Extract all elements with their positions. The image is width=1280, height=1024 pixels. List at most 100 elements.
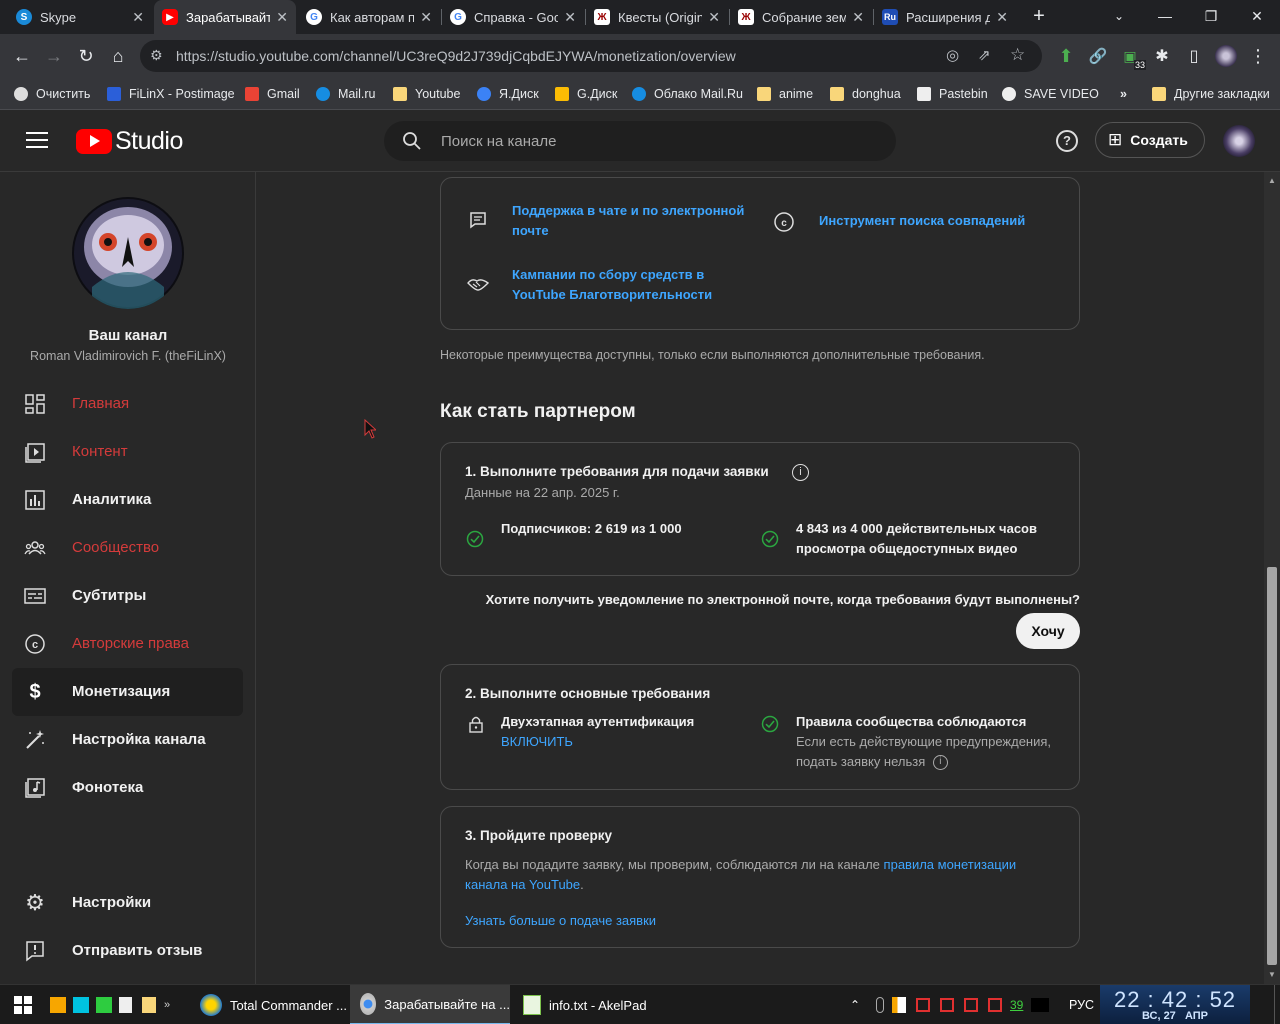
show-desktop-button[interactable]: [1274, 985, 1280, 1024]
sidebar-item-content[interactable]: Контент: [12, 428, 243, 476]
sidebar-item-settings[interactable]: ⚙ Настройки: [12, 879, 243, 927]
bookmark-item[interactable]: Pastebin: [917, 84, 988, 104]
sidebar-item-copyright[interactable]: c Авторские права: [12, 620, 243, 668]
more-bookmarks-button[interactable]: »: [1120, 84, 1127, 104]
side-panel-icon[interactable]: ▯: [1180, 42, 1208, 70]
close-icon[interactable]: ✕: [420, 9, 432, 26]
tab-search-button[interactable]: ⌄: [1096, 0, 1142, 32]
address-bar[interactable]: ⚙ https://studio.youtube.com/channel/UC3…: [140, 40, 1042, 72]
bookmark-item[interactable]: Я.Диск: [477, 84, 539, 104]
taskbar-app-total-commander[interactable]: Total Commander ...: [192, 985, 347, 1024]
bookmark-item[interactable]: SAVE VIDEO: [1002, 84, 1099, 104]
close-icon[interactable]: ✕: [996, 9, 1008, 26]
tab-collection[interactable]: Ж Собрание земли ✕: [730, 0, 872, 34]
scroll-up-icon[interactable]: ▲: [1268, 176, 1276, 185]
bookmark-item[interactable]: Gmail: [245, 84, 300, 104]
folder-icon[interactable]: [142, 997, 156, 1013]
quicklaunch-d-icon[interactable]: [73, 997, 89, 1013]
tray-app-icon[interactable]: [988, 998, 1002, 1012]
bookmark-item[interactable]: Mail.ru: [316, 84, 376, 104]
enable-twofa-link[interactable]: ВКЛЮЧИТЬ: [501, 732, 573, 752]
sidebar-item-monetization[interactable]: $ Монетизация: [12, 668, 243, 716]
tab-youtube-studio[interactable]: ▶ Зарабатывайте на YouTube ✕: [154, 0, 296, 34]
url-text[interactable]: https://studio.youtube.com/channel/UC3re…: [176, 48, 736, 64]
tab-google-2[interactable]: G Справка - Google ✕: [442, 0, 584, 34]
learn-more-link[interactable]: Узнать больше о подаче заявки: [465, 911, 656, 931]
start-button[interactable]: [14, 985, 32, 1024]
sidebar-item-community[interactable]: Сообщество: [12, 524, 243, 572]
home-icon[interactable]: ⌂: [104, 42, 132, 70]
search-input[interactable]: Поиск на канале: [384, 121, 896, 161]
tray-app-icon[interactable]: [1031, 998, 1050, 1012]
sidebar-item-customization[interactable]: Настройка канала: [12, 716, 243, 764]
clock[interactable]: 22 : 42 : 52 ВС, 27 АПР: [1100, 985, 1250, 1024]
taskbar-app-akelpad[interactable]: info.txt - AkelPad: [513, 985, 668, 1024]
close-window-button[interactable]: ✕: [1234, 0, 1280, 32]
create-button[interactable]: ⊞ Создать: [1095, 122, 1205, 158]
scrollbar[interactable]: ▲ ▼: [1264, 172, 1280, 984]
reload-icon[interactable]: ↻: [72, 42, 100, 70]
paperclip-icon[interactable]: [876, 997, 884, 1013]
studio-logo[interactable]: Studio: [76, 127, 183, 156]
close-icon[interactable]: ✕: [852, 9, 864, 26]
arrow-up-extension-icon[interactable]: ⬆: [1052, 42, 1080, 70]
channel-avatar[interactable]: [72, 197, 184, 309]
sidebar-item-dashboard[interactable]: Главная: [12, 380, 243, 428]
restore-button[interactable]: ❐: [1188, 0, 1234, 32]
menu-icon[interactable]: ⋮: [1244, 42, 1272, 70]
share-icon[interactable]: ⇗: [978, 46, 991, 64]
sidebar-item-feedback[interactable]: Отправить отзыв: [12, 927, 243, 975]
site-info-icon[interactable]: ⚙: [150, 47, 163, 64]
extensions-puzzle-icon[interactable]: ✱: [1148, 42, 1176, 70]
notify-me-button[interactable]: Хочу: [1016, 613, 1080, 649]
tray-app-icon[interactable]: [964, 998, 978, 1012]
scrollbar-thumb[interactable]: [1267, 567, 1277, 965]
tray-app-icon[interactable]: [892, 997, 906, 1013]
scroll-down-icon[interactable]: ▼: [1268, 970, 1276, 979]
minimize-button[interactable]: —: [1142, 0, 1188, 32]
sidebar-item-audio-library[interactable]: Фонотека: [12, 764, 243, 812]
tray-counter[interactable]: 39: [1010, 998, 1023, 1012]
new-tab-button[interactable]: +: [1016, 0, 1062, 32]
taskbar-app-chrome[interactable]: Зарабатывайте на ...: [350, 985, 510, 1024]
notepad-icon[interactable]: [119, 997, 132, 1013]
bookmark-star-icon[interactable]: ☆: [1010, 45, 1025, 65]
forward-icon[interactable]: →: [40, 42, 68, 70]
language-indicator[interactable]: РУС: [1069, 985, 1094, 1024]
bookmark-item[interactable]: G.Диск: [555, 84, 617, 104]
tray-app-icon[interactable]: [916, 998, 930, 1012]
tab-extensions[interactable]: Ru Расширения для ✕: [874, 0, 1016, 34]
eye-off-icon[interactable]: ◎: [946, 46, 959, 64]
back-icon[interactable]: ←: [8, 42, 36, 70]
tray-app-icon[interactable]: [940, 998, 954, 1012]
tab-google-1[interactable]: G Как авторам получить ✕: [298, 0, 440, 34]
info-icon[interactable]: i: [792, 464, 809, 481]
bookmark-item[interactable]: Youtube: [393, 84, 460, 104]
sidebar-item-subtitles[interactable]: Субтитры: [12, 572, 243, 620]
quicklaunch-e-icon[interactable]: [96, 997, 112, 1013]
close-icon[interactable]: ✕: [708, 9, 720, 26]
other-bookmarks[interactable]: Другие закладки: [1152, 84, 1270, 104]
sidebar-item-analytics[interactable]: Аналитика: [12, 476, 243, 524]
link-extension-icon[interactable]: 🔗: [1084, 42, 1112, 70]
profile-avatar[interactable]: [1212, 42, 1240, 70]
quicklaunch-c-icon[interactable]: [50, 997, 66, 1013]
benefit-chat-support-link[interactable]: Поддержка в чате и по электронной почте: [512, 201, 752, 241]
bookmark-item[interactable]: Облако Mail.Ru: [632, 84, 743, 104]
extension-badge-icon[interactable]: ▣ 33: [1116, 42, 1146, 70]
close-icon[interactable]: ✕: [564, 9, 576, 26]
bookmark-item[interactable]: anime: [757, 84, 813, 104]
bookmark-item[interactable]: donghua: [830, 84, 901, 104]
bookmark-item[interactable]: FiLinX - Postimage: [107, 84, 235, 104]
tray-chevron-icon[interactable]: ⌃: [850, 985, 860, 1024]
help-icon[interactable]: ?: [1056, 130, 1078, 152]
close-icon[interactable]: ✕: [132, 9, 144, 26]
hamburger-menu-icon[interactable]: [26, 132, 48, 150]
info-icon[interactable]: i: [932, 755, 948, 771]
account-avatar[interactable]: [1223, 125, 1255, 157]
close-icon[interactable]: ✕: [276, 9, 288, 26]
tab-skype[interactable]: S Skype ✕: [8, 0, 152, 34]
tab-quests[interactable]: Ж Квесты (Original) ✕: [586, 0, 728, 34]
benefit-match-tool-link[interactable]: Инструмент поиска совпадений: [819, 211, 1059, 231]
more-icon[interactable]: »: [164, 999, 170, 1011]
